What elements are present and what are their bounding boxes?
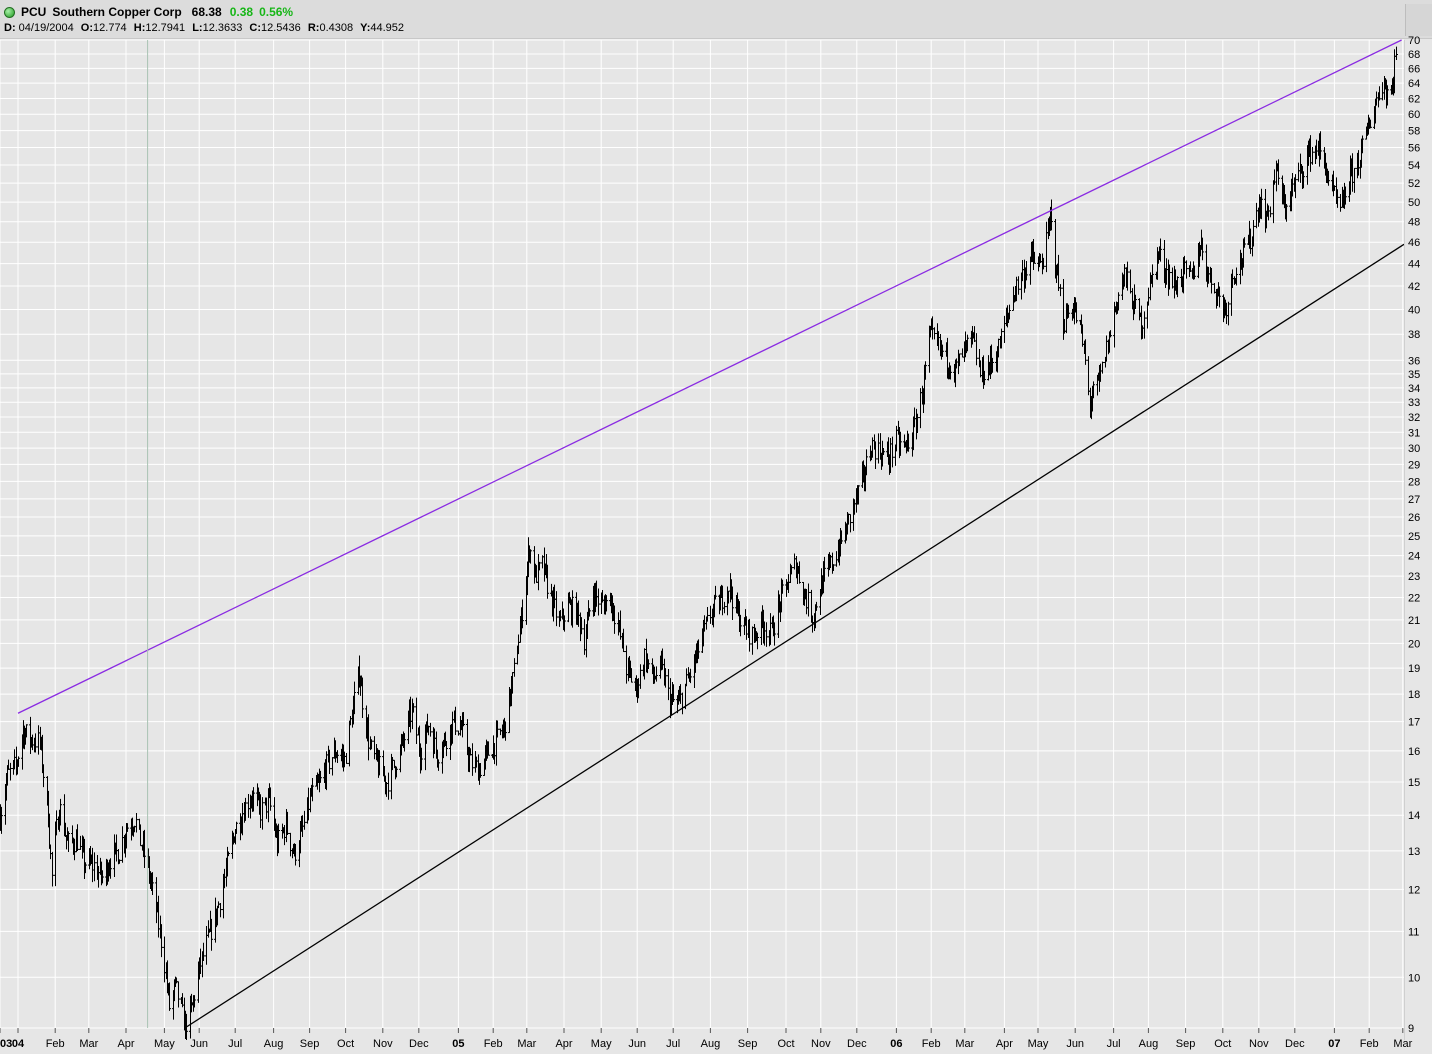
y-tick-label: 38 xyxy=(1408,329,1420,341)
y-tick-label: 29 xyxy=(1408,459,1420,471)
y-tick-label: 27 xyxy=(1408,494,1420,506)
x-tick-label: Oct xyxy=(337,1038,354,1050)
x-tick-label: Nov xyxy=(1249,1038,1269,1050)
x-tick-label: Jun xyxy=(628,1038,646,1050)
y-tick-label: 25 xyxy=(1408,531,1420,543)
y-tick-label: 58 xyxy=(1408,126,1420,138)
y-tick-label: 62 xyxy=(1408,93,1420,105)
y-tick-label: 54 xyxy=(1408,160,1420,172)
y-tick-label: 36 xyxy=(1408,355,1420,367)
y-tick-label: 24 xyxy=(1408,551,1420,563)
x-tick-label: Feb xyxy=(1360,1038,1379,1050)
y-tick-label: 50 xyxy=(1408,197,1420,209)
x-tick-label: Jul xyxy=(666,1038,680,1050)
y-tick-label: 44 xyxy=(1408,259,1420,271)
y-tick-label: 16 xyxy=(1408,746,1420,758)
y-tick-label: 33 xyxy=(1408,397,1420,409)
y-tick-label: 22 xyxy=(1408,592,1420,604)
x-tick-label: Sep xyxy=(300,1038,320,1050)
y-tick-label: 30 xyxy=(1408,443,1420,455)
x-tick-label: Oct xyxy=(777,1038,794,1050)
x-tick-label: Oct xyxy=(1214,1038,1231,1050)
x-tick-label: Apr xyxy=(555,1038,572,1050)
y-tick-label: 48 xyxy=(1408,217,1420,229)
y-tick-label: 11 xyxy=(1408,926,1419,938)
x-tick-label: Apr xyxy=(117,1038,134,1050)
x-tick-label: Jul xyxy=(228,1038,242,1050)
y-tick-label: 40 xyxy=(1408,305,1420,317)
time-axis: 03 04 Feb Mar Apr May Jun Jul Aug Sep Oct Nov Dec 05 F… xyxy=(0,1028,1413,1050)
x-tick-label: Sep xyxy=(1176,1038,1196,1050)
y-tick-label: 9 xyxy=(1408,1023,1414,1035)
grid-lines xyxy=(0,39,1404,1029)
y-tick-label: 28 xyxy=(1408,476,1420,488)
x-tick-label: May xyxy=(154,1038,175,1050)
x-tick-label: 07 xyxy=(1328,1038,1340,1050)
y-tick-label: 20 xyxy=(1408,638,1420,650)
x-tick-label: Mar xyxy=(955,1038,974,1050)
x-tick-label: Dec xyxy=(847,1038,867,1050)
price-chart[interactable]: 9 10 11 12 13 14 15 16 17 18 19 20 21 22 23 24 25 26 27 28 2… xyxy=(0,0,1432,1054)
x-tick-label: 04 xyxy=(12,1038,25,1050)
x-tick-label: Jun xyxy=(190,1038,208,1050)
y-tick-label: 42 xyxy=(1408,281,1420,293)
x-tick-label: Apr xyxy=(996,1038,1013,1050)
x-tick-label: Feb xyxy=(484,1038,503,1050)
y-tick-label: 60 xyxy=(1408,109,1420,121)
x-tick-label: Aug xyxy=(1139,1038,1159,1050)
y-tick-label: 68 xyxy=(1408,49,1420,61)
x-tick-label: Jul xyxy=(1107,1038,1121,1050)
y-tick-label: 46 xyxy=(1408,237,1420,249)
y-tick-label: 35 xyxy=(1408,369,1420,381)
y-tick-label: 18 xyxy=(1408,689,1420,701)
y-tick-label: 66 xyxy=(1408,63,1420,75)
x-tick-label: 06 xyxy=(890,1038,902,1050)
y-tick-label: 34 xyxy=(1408,383,1420,395)
x-tick-label: Jun xyxy=(1066,1038,1084,1050)
y-tick-label: 26 xyxy=(1408,512,1420,524)
y-tick-label: 31 xyxy=(1408,427,1420,439)
x-tick-label: Feb xyxy=(922,1038,941,1050)
y-tick-label: 56 xyxy=(1408,142,1420,154)
y-tick-label: 21 xyxy=(1408,615,1420,627)
y-tick-label: 52 xyxy=(1408,178,1420,190)
x-tick-label: Nov xyxy=(811,1038,831,1050)
x-tick-label: Dec xyxy=(1285,1038,1305,1050)
x-tick-label: Dec xyxy=(409,1038,429,1050)
x-tick-label: May xyxy=(591,1038,612,1050)
price-axis: 9 10 11 12 13 14 15 16 17 18 19 20 21 22 23 24 25 26 27 28 2… xyxy=(1404,35,1420,1040)
x-tick-label: Sep xyxy=(738,1038,758,1050)
y-tick-label: 17 xyxy=(1408,717,1420,729)
y-tick-label: 10 xyxy=(1408,972,1420,984)
y-tick-label: 15 xyxy=(1408,777,1420,789)
x-tick-label: Mar xyxy=(1393,1038,1412,1050)
y-tick-label: 13 xyxy=(1408,846,1420,858)
y-tick-label: 14 xyxy=(1408,810,1420,822)
x-tick-label: May xyxy=(1028,1038,1049,1050)
x-tick-label: Mar xyxy=(79,1038,98,1050)
x-tick-label: Mar xyxy=(517,1038,536,1050)
x-tick-label: Nov xyxy=(373,1038,393,1050)
x-tick-label: 05 xyxy=(452,1038,464,1050)
y-tick-label: 70 xyxy=(1408,35,1420,47)
x-tick-label: Aug xyxy=(701,1038,721,1050)
y-tick-label: 64 xyxy=(1408,78,1420,90)
x-tick-label: Feb xyxy=(46,1038,65,1050)
y-tick-label: 32 xyxy=(1408,412,1420,424)
y-tick-label: 23 xyxy=(1408,571,1420,583)
plot-area xyxy=(0,40,1404,1028)
y-tick-label: 12 xyxy=(1408,884,1420,896)
x-tick-label: Aug xyxy=(264,1038,284,1050)
x-tick-label: 03 xyxy=(0,1038,12,1050)
y-tick-label: 19 xyxy=(1408,663,1420,675)
